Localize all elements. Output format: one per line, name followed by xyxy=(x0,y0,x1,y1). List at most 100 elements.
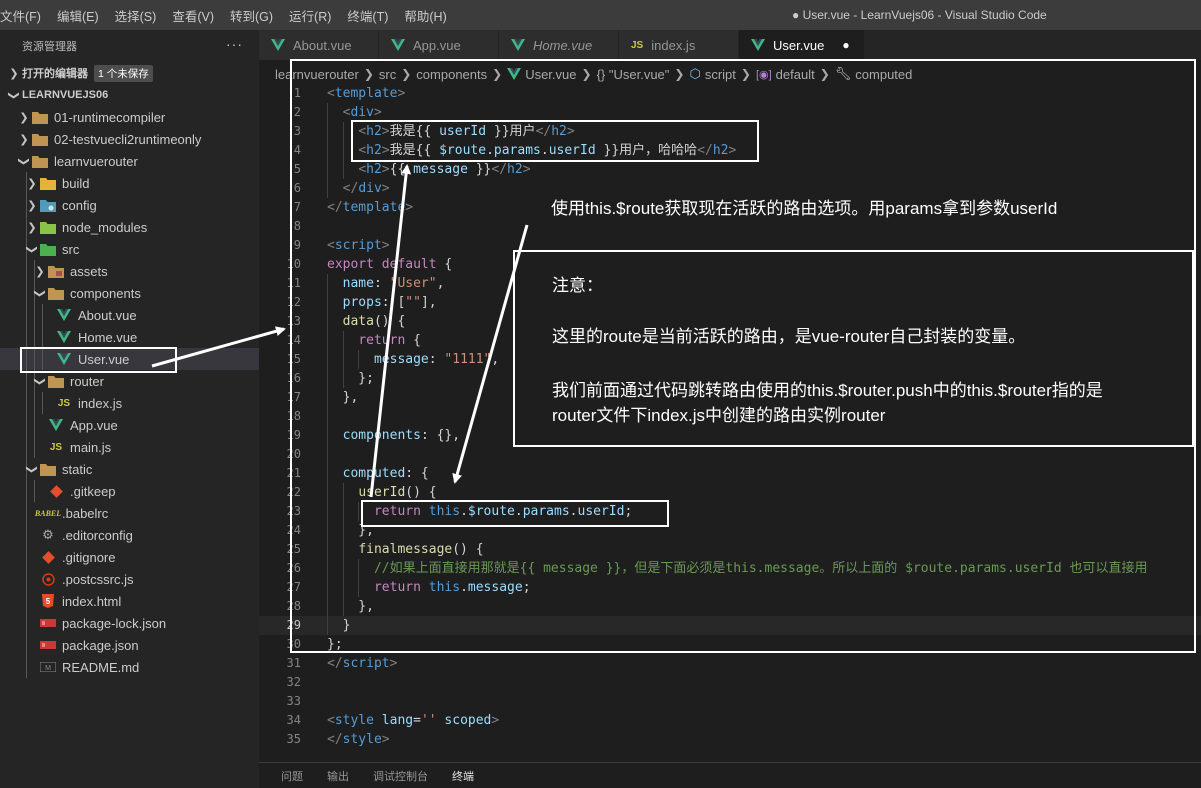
menu-item[interactable]: 查看(V) xyxy=(164,6,222,25)
vue-icon xyxy=(56,329,72,345)
code-token: = xyxy=(413,713,421,728)
folder-node-icon xyxy=(40,219,56,235)
indent-guide xyxy=(34,392,35,414)
tree-item[interactable]: ❯ static xyxy=(0,458,259,480)
tree-item[interactable]: ❯ node_modules xyxy=(0,216,259,238)
line-number: 31 xyxy=(286,656,301,670)
tree-item[interactable]: JS index.js xyxy=(0,392,259,414)
code-token: script xyxy=(342,656,390,671)
tree-item-label: package.json xyxy=(62,637,139,653)
code-token: </ xyxy=(327,732,343,747)
menu-item[interactable]: 运行(R) xyxy=(281,6,339,25)
tree-item[interactable]: About.vue xyxy=(0,304,259,326)
tree-item[interactable]: ❯ config xyxy=(0,194,259,216)
menu-item[interactable]: 文件(F) xyxy=(0,6,49,25)
tree-item-label: 02-testvuecli2runtimeonly xyxy=(54,131,202,147)
chevron-down-icon: ❯ xyxy=(25,464,38,474)
tree-item[interactable]: BABEL .babelrc xyxy=(0,502,259,524)
tree-item[interactable]: ⚙ .editorconfig xyxy=(0,524,259,546)
tree-item[interactable]: App.vue xyxy=(0,414,259,436)
tree-item[interactable]: ❯ components xyxy=(0,282,259,304)
tab-label: About.vue xyxy=(293,37,352,53)
code-token: '' xyxy=(420,713,437,728)
explorer-sidebar: 资源管理器 ··· ❯ 打开的编辑器 1 个未保存 ❯ LEARNVUEJS06… xyxy=(0,30,259,788)
chevron-right-icon: ❯ xyxy=(19,111,29,124)
panel-tab[interactable]: 调试控制台 xyxy=(373,768,428,784)
menu-item[interactable]: 终端(T) xyxy=(339,6,396,25)
more-actions-icon[interactable]: ··· xyxy=(226,36,243,52)
folder-icon xyxy=(32,131,48,147)
code-line: 33 xyxy=(259,692,1201,711)
folder-src-icon xyxy=(40,241,56,257)
tree-item-label: static xyxy=(62,461,93,477)
folder-open-icon xyxy=(32,153,48,169)
chevron-down-icon: ❯ xyxy=(17,156,30,166)
editor-tab[interactable]: User.vue ● xyxy=(739,30,865,60)
tree-item[interactable]: package.json xyxy=(0,634,259,656)
panel-tab[interactable]: 问题 xyxy=(281,768,303,784)
tree-item[interactable]: .gitignore xyxy=(0,546,259,568)
markdown-icon: M xyxy=(40,659,56,675)
tree-item-label: config xyxy=(62,197,97,213)
tree-item[interactable]: M README.md xyxy=(0,656,259,678)
window-title: ● User.vue - LearnVuejs06 - Visual Studi… xyxy=(792,8,1047,22)
annotation-template-box xyxy=(351,120,759,162)
menu-item[interactable]: 帮助(H) xyxy=(396,6,454,25)
tree-item[interactable]: ❯ build xyxy=(0,172,259,194)
unsaved-dot-icon[interactable]: ● xyxy=(842,38,849,52)
code-text: </style> xyxy=(327,730,390,749)
tab-label: index.js xyxy=(651,37,696,53)
explorer-title: 资源管理器 xyxy=(22,41,77,53)
folder-assets-icon xyxy=(48,263,64,279)
tree-item[interactable]: .postcssrc.js xyxy=(0,568,259,590)
tree-item[interactable]: .gitkeep xyxy=(0,480,259,502)
open-editors-section[interactable]: ❯ 打开的编辑器 1 个未保存 xyxy=(0,62,259,84)
tree-item-label: main.js xyxy=(70,439,112,455)
tree-item[interactable]: package-lock.json xyxy=(0,612,259,634)
tree-item-label: package-lock.json xyxy=(62,615,167,631)
folder-build-icon xyxy=(40,175,56,191)
code-token: style xyxy=(342,732,382,747)
editor-tab[interactable]: JS index.js xyxy=(619,30,739,60)
tree-item[interactable]: ❯ 01-runtimecompiler xyxy=(0,106,259,128)
menu-item[interactable]: 编辑(E) xyxy=(49,6,107,25)
tree-item-label: src xyxy=(62,241,80,257)
folder-config-icon xyxy=(40,197,56,213)
indent-guide xyxy=(34,260,35,282)
vue-icon xyxy=(751,39,765,51)
tree-item[interactable]: ❯ 02-testvuecli2runtimeonly xyxy=(0,128,259,150)
npm-icon xyxy=(40,637,56,653)
tree-item-label: .gitignore xyxy=(62,549,116,565)
tree-item[interactable]: 5 index.html xyxy=(0,590,259,612)
tree-item[interactable]: ❯ learnvuerouter xyxy=(0,150,259,172)
editor-tab[interactable]: App.vue xyxy=(379,30,499,60)
tree-item[interactable]: Home.vue xyxy=(0,326,259,348)
panel-tab[interactable]: 终端 xyxy=(452,768,474,784)
tree-item-label: router xyxy=(70,373,104,389)
tree-item[interactable]: ❯ router xyxy=(0,370,259,392)
tree-item-label: .gitkeep xyxy=(70,483,116,499)
workspace-root-section[interactable]: ❯ LEARNVUEJS06 xyxy=(0,84,259,106)
js-icon: JS xyxy=(49,441,63,453)
vue-icon xyxy=(271,39,285,51)
panel-tab[interactable]: 输出 xyxy=(327,768,349,784)
tree-item-label: build xyxy=(62,175,90,191)
tree-item-label: .postcssrc.js xyxy=(62,571,134,587)
editor-tab[interactable]: Home.vue xyxy=(499,30,619,60)
code-token: </ xyxy=(327,656,343,671)
indent-guide xyxy=(42,326,43,348)
menu-item[interactable]: 转到(G) xyxy=(222,6,281,25)
tab-label: Home.vue xyxy=(533,37,593,53)
code-token: > xyxy=(381,732,390,747)
tree-item-label: 01-runtimecompiler xyxy=(54,109,166,125)
editor-tab[interactable]: About.vue xyxy=(259,30,379,60)
annotation-computed-box xyxy=(361,500,669,527)
menu-item[interactable]: 选择(S) xyxy=(107,6,165,25)
tree-item[interactable]: JS main.js xyxy=(0,436,259,458)
tree-item[interactable]: ❯ src xyxy=(0,238,259,260)
git-icon xyxy=(40,549,56,565)
tab-label: User.vue xyxy=(773,37,825,53)
tree-item[interactable]: ❯ assets xyxy=(0,260,259,282)
editor-tabs: About.vue App.vue Home.vue JS index.js User.v… xyxy=(259,30,1201,60)
